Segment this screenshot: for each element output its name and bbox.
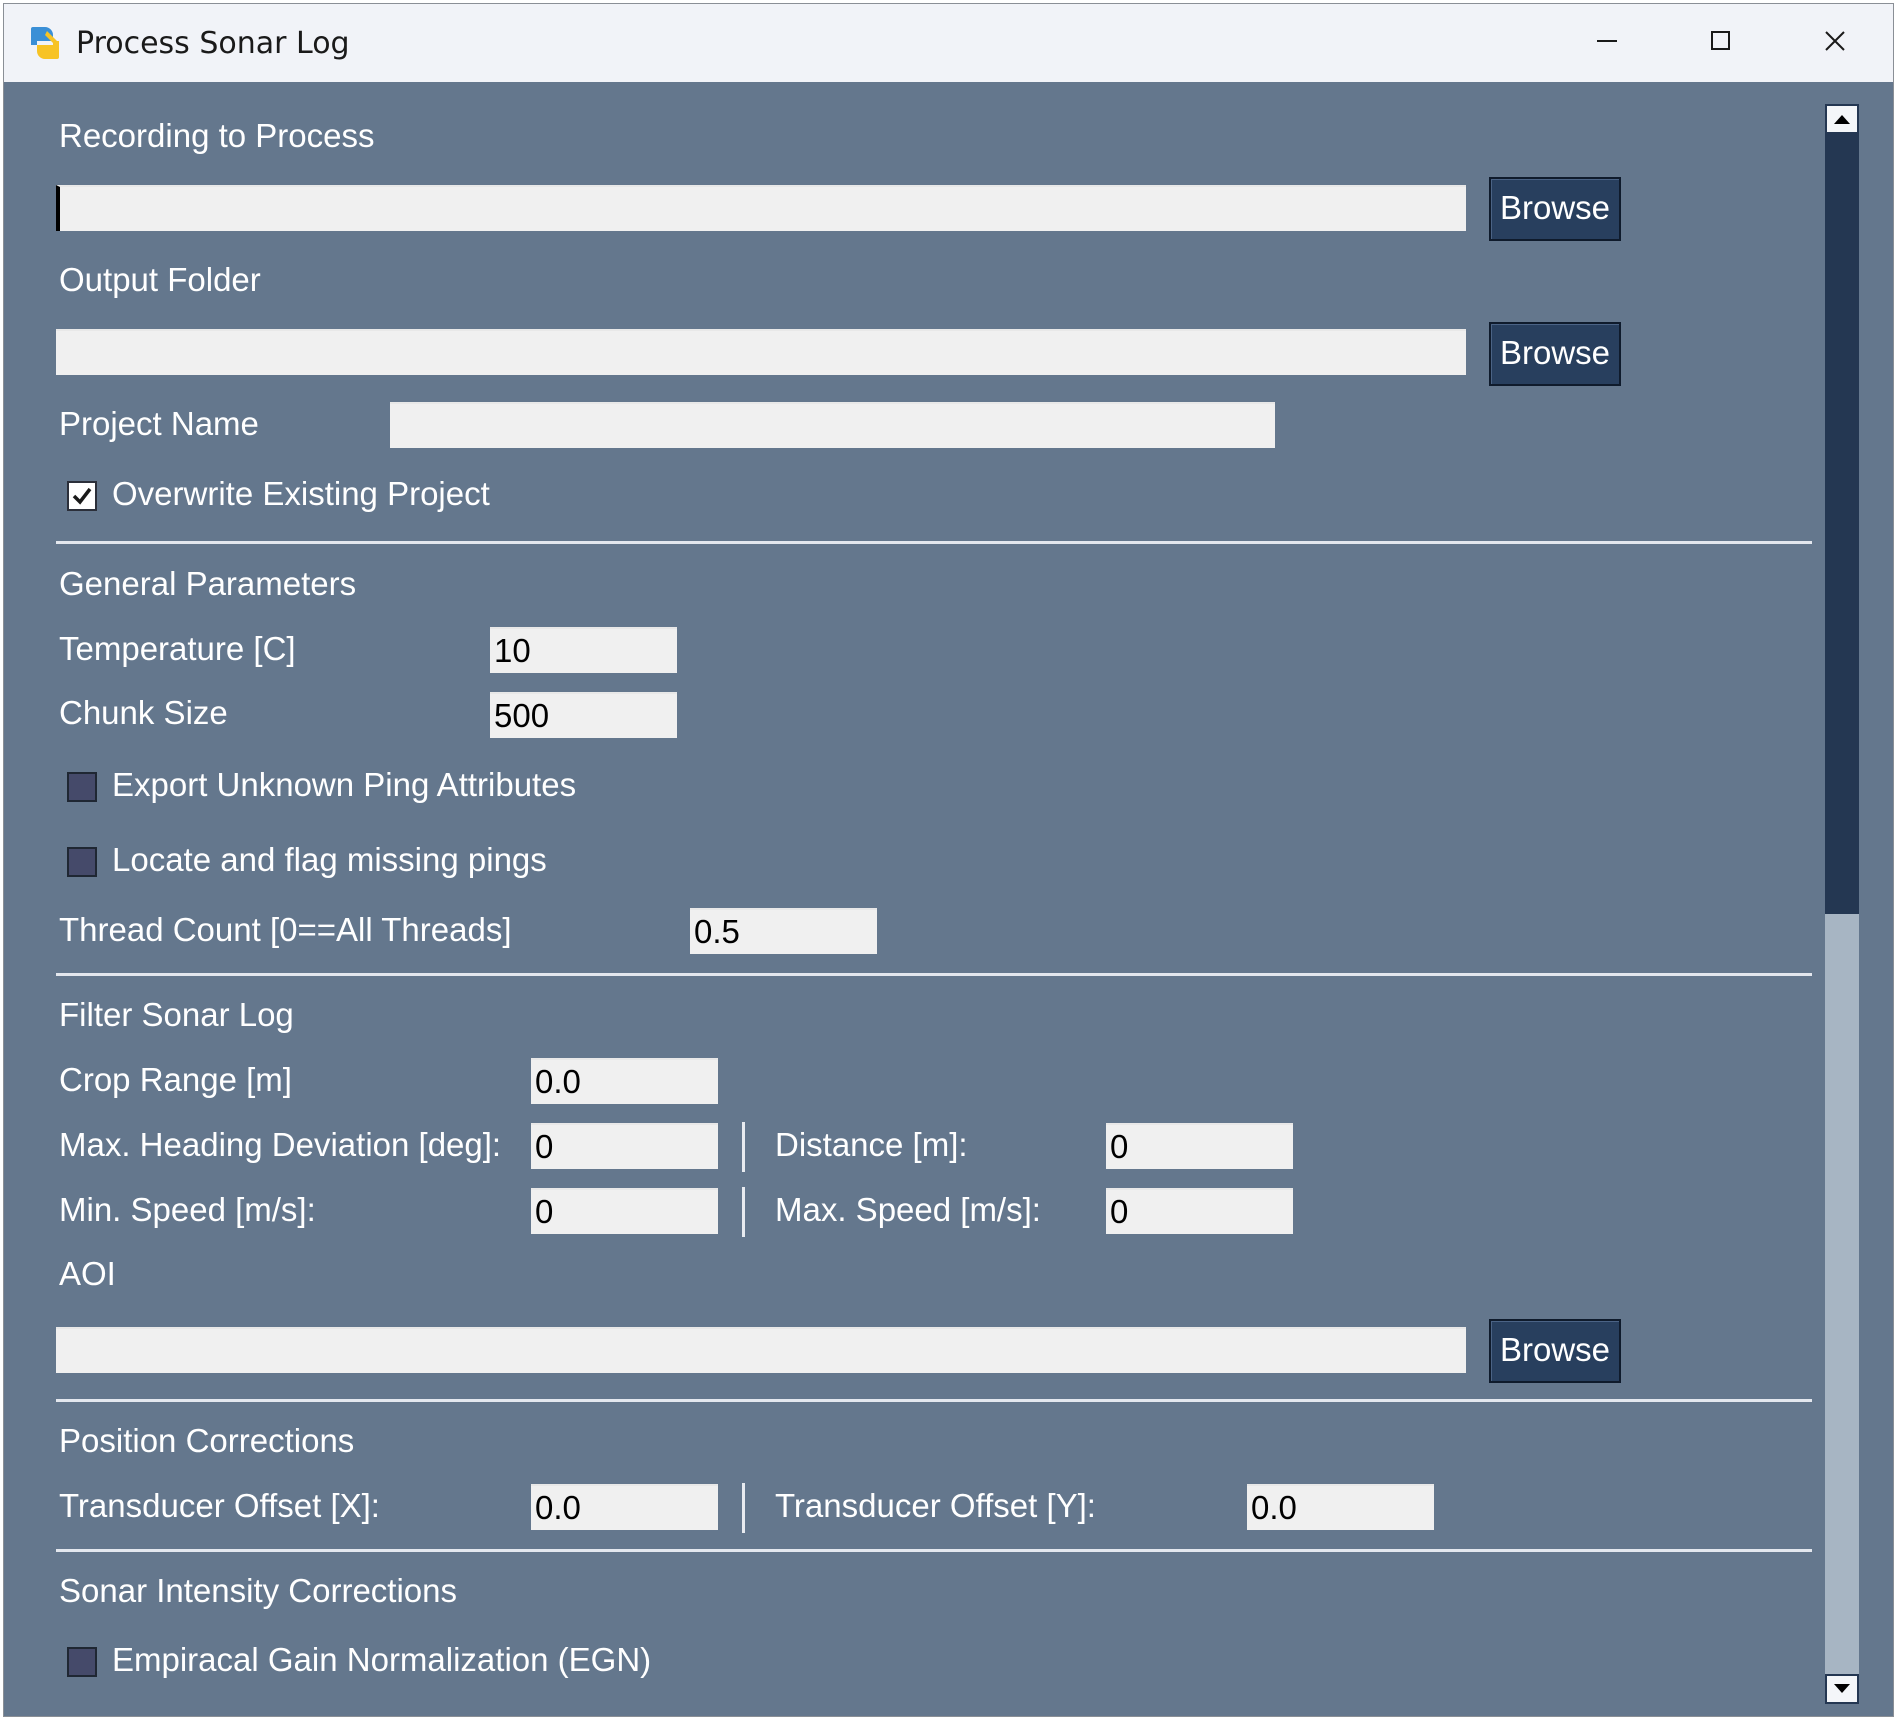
aoi-input[interactable] <box>56 1327 1466 1373</box>
crop-range-label: Crop Range [m] <box>59 1061 292 1098</box>
offset-y-label: Transducer Offset [Y]: <box>775 1487 1096 1524</box>
distance-label: Distance [m]: <box>775 1126 968 1163</box>
checkmark-icon <box>72 487 92 505</box>
scroll-up-button[interactable] <box>1825 104 1859 134</box>
process-sonar-log-window: Process Sonar Log Recording to Process B… <box>3 3 1894 1717</box>
crop-range-input[interactable] <box>531 1058 718 1104</box>
arrow-up-icon <box>1834 115 1850 124</box>
thread-count-input[interactable] <box>690 908 877 954</box>
close-button[interactable] <box>1781 4 1893 82</box>
section-divider <box>56 1399 1812 1402</box>
chunk-size-label: Chunk Size <box>59 694 228 731</box>
field-separator <box>742 1187 745 1237</box>
form-content: Recording to Process Browse Output Folde… <box>4 82 1824 1716</box>
recording-input[interactable] <box>56 185 1466 231</box>
max-speed-input[interactable] <box>1106 1188 1293 1234</box>
recording-browse-button[interactable]: Browse <box>1489 177 1621 241</box>
overwrite-checkbox[interactable] <box>67 481 97 511</box>
scroll-down-button[interactable] <box>1825 1674 1859 1704</box>
offset-y-input[interactable] <box>1247 1484 1434 1530</box>
window-title: Process Sonar Log <box>76 26 350 61</box>
arrow-down-icon <box>1834 1684 1850 1693</box>
thread-count-label: Thread Count [0==All Threads] <box>59 911 512 948</box>
egn-checkbox[interactable] <box>67 1647 97 1677</box>
maximize-button[interactable] <box>1667 4 1779 82</box>
temperature-input[interactable] <box>490 627 677 673</box>
close-icon <box>1825 31 1845 51</box>
general-parameters-heading: General Parameters <box>59 565 357 602</box>
title-bar: Process Sonar Log <box>4 4 1893 82</box>
intensity-corrections-heading: Sonar Intensity Corrections <box>59 1572 458 1609</box>
recording-label: Recording to Process <box>59 117 375 154</box>
project-name-label: Project Name <box>59 405 259 442</box>
field-separator <box>742 1122 745 1172</box>
offset-x-input[interactable] <box>531 1484 718 1530</box>
export-unknown-checkbox[interactable] <box>67 772 97 802</box>
minimize-button[interactable] <box>1553 4 1665 82</box>
aoi-label: AOI <box>59 1255 116 1292</box>
max-speed-label: Max. Speed [m/s]: <box>775 1191 1041 1228</box>
filter-sonar-log-heading: Filter Sonar Log <box>59 996 294 1033</box>
python-icon <box>25 23 65 63</box>
heading-deviation-label: Max. Heading Deviation [deg]: <box>59 1126 502 1163</box>
section-divider <box>56 973 1812 976</box>
heading-deviation-input[interactable] <box>531 1123 718 1169</box>
overwrite-label: Overwrite Existing Project <box>112 475 490 512</box>
chunk-size-input[interactable] <box>490 692 677 738</box>
aoi-browse-button[interactable]: Browse <box>1489 1319 1621 1383</box>
locate-missing-checkbox[interactable] <box>67 847 97 877</box>
output-folder-browse-button[interactable]: Browse <box>1489 322 1621 386</box>
section-divider <box>56 1549 1812 1552</box>
section-divider <box>56 541 1812 544</box>
scrollbar-thumb[interactable] <box>1825 134 1859 914</box>
export-unknown-label: Export Unknown Ping Attributes <box>112 766 577 803</box>
position-corrections-heading: Position Corrections <box>59 1422 355 1459</box>
temperature-label: Temperature [C] <box>59 630 296 667</box>
output-folder-input[interactable] <box>56 329 1466 375</box>
locate-missing-label: Locate and flag missing pings <box>112 841 547 878</box>
project-name-input[interactable] <box>390 402 1275 448</box>
egn-label: Empiracal Gain Normalization (EGN) <box>112 1641 652 1678</box>
output-folder-label: Output Folder <box>59 261 261 298</box>
field-separator <box>742 1483 745 1533</box>
min-speed-label: Min. Speed [m/s]: <box>59 1191 316 1228</box>
minimize-icon <box>1597 40 1617 42</box>
offset-x-label: Transducer Offset [X]: <box>59 1487 380 1524</box>
min-speed-input[interactable] <box>531 1188 718 1234</box>
distance-input[interactable] <box>1106 1123 1293 1169</box>
maximize-icon <box>1711 31 1730 50</box>
